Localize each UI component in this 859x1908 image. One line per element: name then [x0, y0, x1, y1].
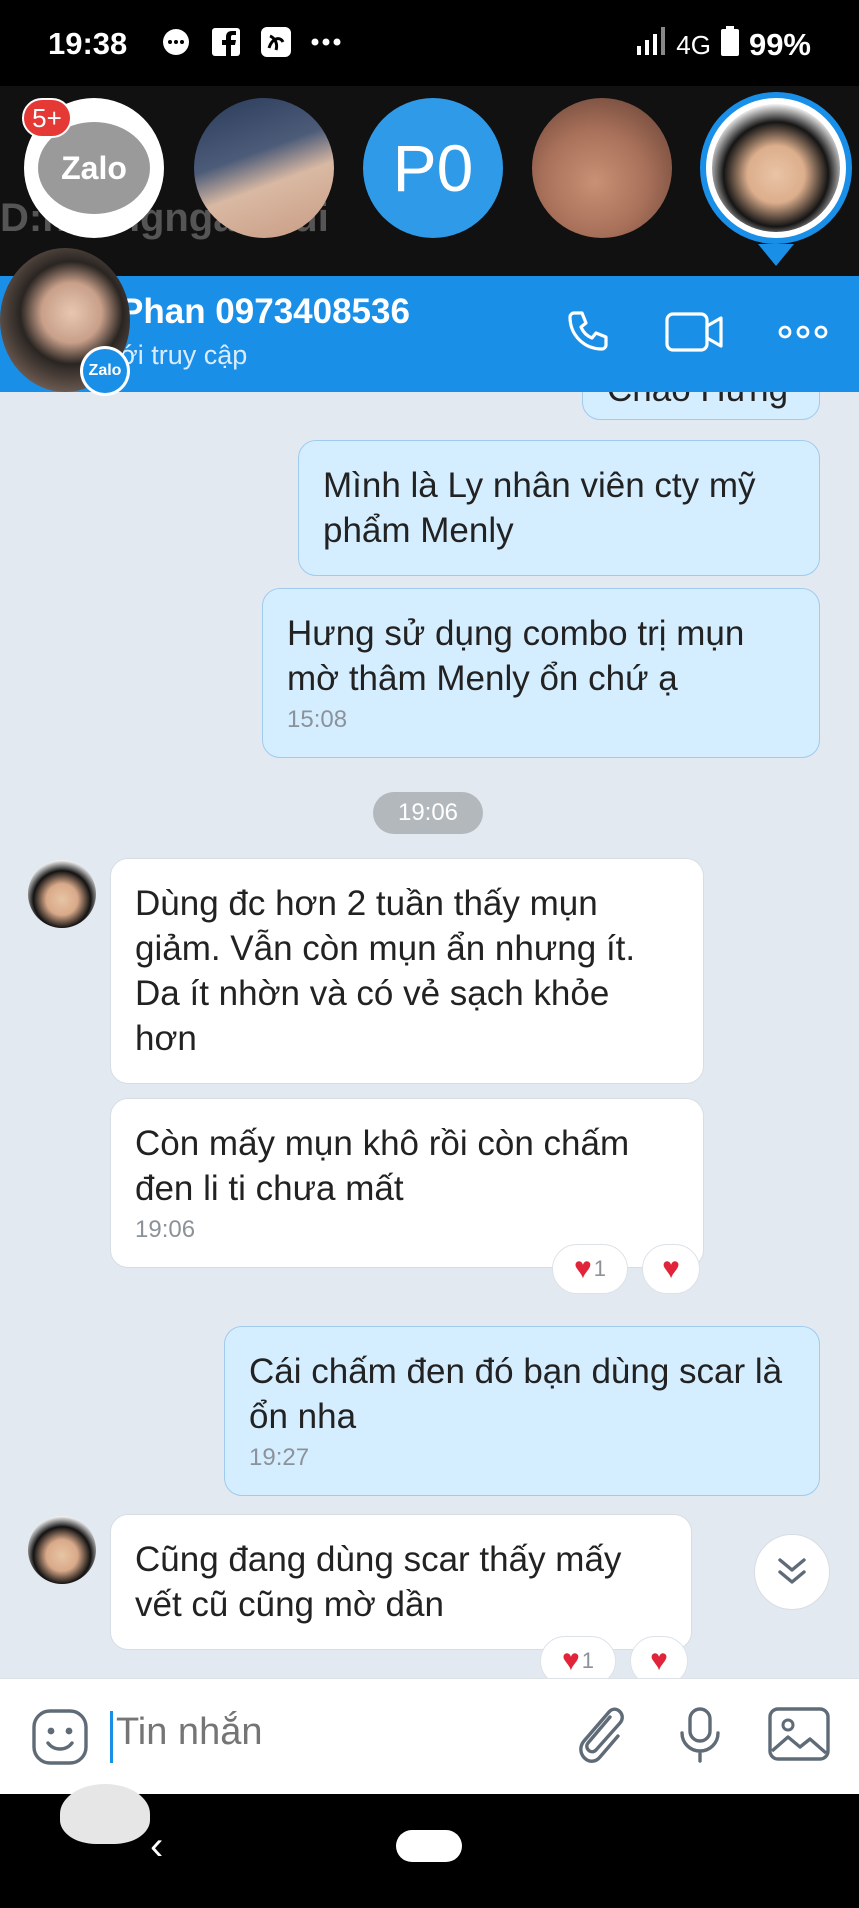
- status-bar: 19:38 4G 99%: [0, 0, 859, 86]
- zalo-mini-badge: Zalo: [80, 346, 130, 396]
- react-button[interactable]: ♥: [630, 1636, 688, 1678]
- message-composer: [0, 1678, 859, 1794]
- heart-icon: ♥: [561, 1644, 580, 1677]
- sender-avatar[interactable]: [28, 1516, 96, 1584]
- message-incoming[interactable]: Còn mấy mụn khô rồi còn chấm đen li ti c…: [110, 1098, 704, 1268]
- app-icon: [260, 26, 292, 58]
- more-dots-icon: [310, 26, 342, 58]
- attach-button[interactable]: [570, 1703, 630, 1767]
- status-notification-icons: [160, 26, 342, 58]
- active-head-pointer: [758, 244, 794, 266]
- message-time: 19:27: [249, 1444, 310, 1471]
- gallery-button[interactable]: [766, 1703, 832, 1767]
- message-outgoing[interactable]: Mình là Ly nhân viên cty mỹ phẩm Menly: [298, 440, 820, 576]
- scroll-to-bottom-button[interactable]: [754, 1534, 830, 1610]
- status-time: 19:38: [48, 26, 128, 61]
- video-call-button[interactable]: [663, 300, 727, 364]
- message-icon: [160, 26, 192, 58]
- header-actions: [555, 300, 835, 364]
- facebook-icon: [210, 26, 242, 58]
- message-incoming[interactable]: Dùng đc hơn 2 tuần thấy mụn giảm. Vẫn cò…: [110, 858, 704, 1084]
- chat-head-active[interactable]: [700, 92, 852, 244]
- text-cursor: [110, 1711, 113, 1763]
- contact-name[interactable]: Phan 0973408536: [120, 292, 410, 332]
- reaction-count[interactable]: ♥ 1: [540, 1636, 616, 1678]
- chat-head-avatar-4[interactable]: [532, 98, 672, 238]
- microphone-icon: [680, 1707, 720, 1763]
- date-separator: 19:06: [373, 792, 483, 834]
- battery-level: 99%: [748, 27, 811, 62]
- chat-head-avatar-2[interactable]: [194, 98, 334, 238]
- video-camera-icon: [665, 312, 723, 352]
- message-outgoing[interactable]: Cái chấm đen đó bạn dùng scar là ổn nha …: [224, 1326, 820, 1496]
- signal-icon: [636, 26, 666, 64]
- react-button[interactable]: ♥: [642, 1244, 700, 1294]
- more-dots-icon: [778, 325, 828, 339]
- chevron-double-down-icon: [778, 1558, 806, 1584]
- chat-head-p0[interactable]: P0: [363, 98, 503, 238]
- reaction-count[interactable]: ♥ 1: [552, 1244, 628, 1294]
- sticker-button[interactable]: [30, 1707, 90, 1767]
- sender-avatar[interactable]: [28, 860, 96, 928]
- message-list[interactable]: Chào Hưng Mình là Ly nhân viên cty mỹ ph…: [0, 392, 859, 1678]
- network-type: 4G: [676, 29, 711, 60]
- battery-icon: [720, 26, 739, 64]
- contact-status: ới truy cập: [120, 340, 248, 370]
- message-input[interactable]: [116, 1711, 516, 1754]
- back-button[interactable]: ‹: [150, 1824, 163, 1869]
- home-button[interactable]: [396, 1830, 462, 1862]
- voice-button[interactable]: [670, 1703, 730, 1767]
- status-right: 4G 99%: [636, 26, 811, 64]
- call-button[interactable]: [555, 300, 619, 364]
- message-outgoing[interactable]: Chào Hưng: [582, 392, 820, 420]
- phone-icon: [568, 311, 608, 351]
- message-outgoing[interactable]: Hưng sử dụng combo trị mụn mờ thâm Menly…: [262, 588, 820, 758]
- message-incoming[interactable]: Cũng đang dùng scar thấy mấy vết cũ cũng…: [110, 1514, 692, 1650]
- message-time: 15:08: [287, 706, 348, 733]
- unread-badge: 5+: [22, 98, 72, 138]
- system-nav-bar: ‹: [0, 1784, 859, 1908]
- emoji-icon: [32, 1709, 88, 1765]
- screen: 19:38 4G 99% D:huongngan...ui Zalo 5+ P0…: [0, 0, 859, 1908]
- image-icon: [768, 1707, 830, 1761]
- more-options-button[interactable]: [771, 300, 835, 364]
- paperclip-icon: [579, 1707, 624, 1763]
- message-time: 19:06: [135, 1216, 196, 1243]
- heart-icon: ♥: [662, 1252, 680, 1285]
- heart-icon: ♥: [650, 1644, 668, 1677]
- decorative-paw: [60, 1784, 150, 1844]
- heart-icon: ♥: [573, 1252, 592, 1285]
